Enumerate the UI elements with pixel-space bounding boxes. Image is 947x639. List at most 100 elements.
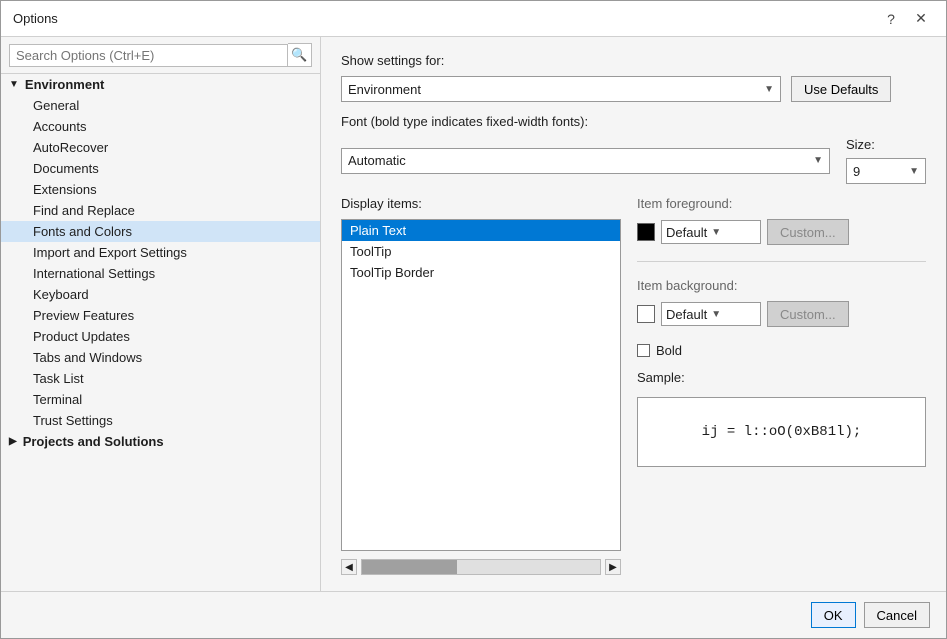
size-value: 9 xyxy=(853,164,860,179)
tree-item-keyboard[interactable]: Keyboard xyxy=(1,284,320,305)
bold-label: Bold xyxy=(656,343,682,358)
sample-text: ij = l::oO(0xB81l); xyxy=(702,424,862,440)
chevron-icon: ▼ xyxy=(9,79,19,90)
tree-item-accounts[interactable]: Accounts xyxy=(1,116,320,137)
tree-item-label: Trust Settings xyxy=(33,413,113,428)
list-scroll-left[interactable]: ◀ xyxy=(341,559,357,575)
tree-item-label: Documents xyxy=(33,161,99,176)
dialog-title: Options xyxy=(13,11,58,26)
tree-item-environment[interactable]: ▼ Environment xyxy=(1,74,320,95)
font-label: Font (bold type indicates fixed-width fo… xyxy=(341,114,926,129)
background-dropdown[interactable]: Default ▼ xyxy=(661,302,761,326)
tree-item-terminal[interactable]: Terminal xyxy=(1,389,320,410)
right-settings-panel: Item foreground: Default ▼ Custom... xyxy=(637,196,926,575)
tree-item-autorecover[interactable]: AutoRecover xyxy=(1,137,320,158)
list-scrollbar-track[interactable] xyxy=(361,559,601,575)
display-items-list[interactable]: Plain TextToolTipToolTip Border xyxy=(341,219,621,551)
display-item-plain-text[interactable]: Plain Text xyxy=(342,220,620,241)
tree-item-preview-features[interactable]: Preview Features xyxy=(1,305,320,326)
tree-item-label: Keyboard xyxy=(33,287,89,302)
close-button[interactable]: ✕ xyxy=(908,6,934,32)
font-group: Font (bold type indicates fixed-width fo… xyxy=(341,114,926,184)
show-settings-value: Environment xyxy=(348,82,421,97)
tree-item-task-list[interactable]: Task List xyxy=(1,368,320,389)
ok-button[interactable]: OK xyxy=(811,602,856,628)
search-box: 🔍 xyxy=(1,37,320,74)
left-panel: 🔍 ▼ Environment General Accounts AutoRecover… xyxy=(1,37,321,591)
background-swatch xyxy=(637,305,655,323)
tree-item-label: International Settings xyxy=(33,266,155,281)
cancel-button[interactable]: Cancel xyxy=(864,602,930,628)
tree-item-extensions[interactable]: Extensions xyxy=(1,179,320,200)
tree-item-general[interactable]: General xyxy=(1,95,320,116)
show-settings-group: Show settings for: Environment ▼ Use Def… xyxy=(341,53,926,102)
tree-item-fonts-colors[interactable]: Fonts and Colors xyxy=(1,221,320,242)
title-bar: Options ? ✕ xyxy=(1,1,946,37)
background-group: Item background: Default ▼ Custom... xyxy=(637,278,926,327)
tree-item-tabs-windows[interactable]: Tabs and Windows xyxy=(1,347,320,368)
tree-item-trust-settings[interactable]: Trust Settings xyxy=(1,410,320,431)
title-bar-controls: ? ✕ xyxy=(878,6,934,32)
tree-item-label: Extensions xyxy=(33,182,97,197)
size-group: Size: 9 ▼ xyxy=(846,137,926,184)
font-dropdown[interactable]: Automatic ▼ xyxy=(341,148,830,174)
display-item-tooltip[interactable]: ToolTip xyxy=(342,241,620,262)
foreground-group: Item foreground: Default ▼ Custom... xyxy=(637,196,926,245)
font-arrow: ▼ xyxy=(813,155,823,166)
sample-group: Sample: ij = l::oO(0xB81l); xyxy=(637,370,926,467)
bold-checkbox[interactable] xyxy=(637,344,650,357)
display-items-panel: Display items: Plain TextToolTipToolTip … xyxy=(341,196,621,575)
help-button[interactable]: ? xyxy=(878,6,904,32)
foreground-row: Default ▼ Custom... xyxy=(637,219,926,245)
list-scrollbar-thumb xyxy=(362,560,457,574)
tree-item-label: General xyxy=(33,98,79,113)
tree-item-label: Task List xyxy=(33,371,84,386)
tree-container[interactable]: ▼ Environment General Accounts AutoRecover Do… xyxy=(1,74,320,591)
display-item-tooltip-border[interactable]: ToolTip Border xyxy=(342,262,620,283)
background-value: Default xyxy=(666,307,707,322)
tree-item-import-export[interactable]: Import and Export Settings xyxy=(1,242,320,263)
search-input[interactable] xyxy=(9,44,288,67)
tree-item-label: Import and Export Settings xyxy=(33,245,187,260)
search-icon[interactable]: 🔍 xyxy=(288,43,312,67)
background-arrow: ▼ xyxy=(711,309,721,320)
foreground-custom-button[interactable]: Custom... xyxy=(767,219,849,245)
background-row: Default ▼ Custom... xyxy=(637,301,926,327)
item-foreground-label: Item foreground: xyxy=(637,196,926,211)
tree-item-find-replace[interactable]: Find and Replace xyxy=(1,200,320,221)
tree-item-label: Preview Features xyxy=(33,308,134,323)
list-scrollbar: ◀ ▶ xyxy=(341,559,621,575)
foreground-dropdown[interactable]: Default ▼ xyxy=(661,220,761,244)
tree-item-product-updates[interactable]: Product Updates xyxy=(1,326,320,347)
sample-box: ij = l::oO(0xB81l); xyxy=(637,397,926,467)
foreground-arrow: ▼ xyxy=(711,227,721,238)
tree-item-label: Product Updates xyxy=(33,329,130,344)
tree-item-projects-solutions[interactable]: ▶Projects and Solutions xyxy=(1,431,320,452)
display-section: Display items: Plain TextToolTipToolTip … xyxy=(341,196,926,575)
foreground-value: Default xyxy=(666,225,707,240)
background-custom-button[interactable]: Custom... xyxy=(767,301,849,327)
size-label: Size: xyxy=(846,137,926,152)
tree-item-label: Tabs and Windows xyxy=(33,350,142,365)
right-panel: Show settings for: Environment ▼ Use Def… xyxy=(321,37,946,591)
show-settings-row: Environment ▼ Use Defaults xyxy=(341,76,926,102)
bold-row: Bold xyxy=(637,343,926,358)
display-items-label: Display items: xyxy=(341,196,621,211)
tree-item-label: Find and Replace xyxy=(33,203,135,218)
tree-item-label: AutoRecover xyxy=(33,140,108,155)
font-value: Automatic xyxy=(348,153,406,168)
size-dropdown[interactable]: 9 ▼ xyxy=(846,158,926,184)
tree-item-label: Accounts xyxy=(33,119,86,134)
tree-item-label: Terminal xyxy=(33,392,82,407)
size-arrow: ▼ xyxy=(909,166,919,177)
section-divider-1 xyxy=(637,261,926,262)
use-defaults-button[interactable]: Use Defaults xyxy=(791,76,891,102)
item-background-label: Item background: xyxy=(637,278,926,293)
bottom-bar: OK Cancel xyxy=(1,591,946,638)
tree-item-international[interactable]: International Settings xyxy=(1,263,320,284)
tree-item-documents[interactable]: Documents xyxy=(1,158,320,179)
tree-item-label: Environment xyxy=(25,77,104,92)
tree-item-label: Fonts and Colors xyxy=(33,224,132,239)
show-settings-dropdown[interactable]: Environment ▼ xyxy=(341,76,781,102)
list-scroll-right[interactable]: ▶ xyxy=(605,559,621,575)
